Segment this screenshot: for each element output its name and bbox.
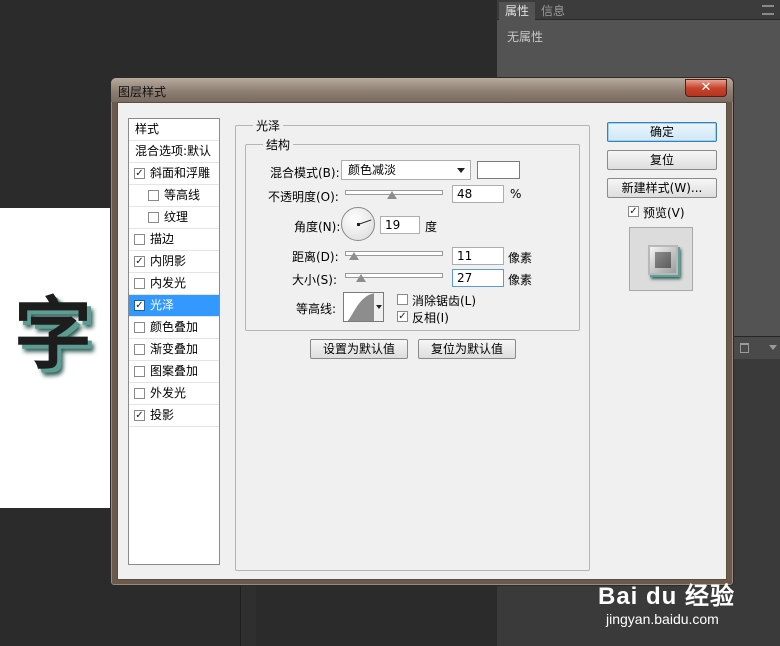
distance-slider[interactable]: [345, 251, 443, 256]
contour-preview[interactable]: [343, 292, 375, 322]
style-preview-thumbnail: [629, 227, 693, 291]
trash-icon[interactable]: [740, 343, 749, 353]
opacity-input[interactable]: 48: [452, 185, 504, 203]
size-input[interactable]: 27: [452, 269, 504, 287]
style-color-overlay[interactable]: 颜色叠加: [129, 317, 219, 339]
baidu-watermark-url: jingyan.baidu.com: [606, 611, 719, 627]
style-inner-shadow[interactable]: ✓ 内阴影: [129, 251, 219, 273]
style-blending-options[interactable]: 混合选项:默认: [129, 141, 219, 163]
blend-color-swatch[interactable]: [477, 161, 520, 179]
distance-input[interactable]: 11: [452, 247, 504, 265]
styles-list-header[interactable]: 样式: [129, 119, 219, 141]
opacity-label: 不透明度(O):: [268, 190, 339, 204]
opacity-slider-thumb[interactable]: [387, 191, 397, 199]
dialog-content: 样式 混合选项:默认 ✓ 斜面和浮雕 等高线 纹理 描边 ✓ 内阴影 内发光 ✓…: [117, 102, 727, 580]
checkbox-texture[interactable]: [148, 212, 159, 223]
checkbox-drop-shadow[interactable]: ✓: [134, 410, 145, 421]
panel-collapse-arrow-icon[interactable]: [769, 345, 777, 350]
dialog-titlebar[interactable]: 图层样式 ✕: [111, 78, 733, 102]
checkbox-gradient-overlay[interactable]: [134, 344, 145, 355]
tab-info[interactable]: 信息: [535, 2, 571, 20]
blend-mode-select[interactable]: 颜色减淡: [341, 160, 471, 180]
checkbox-pattern-overlay[interactable]: [134, 366, 145, 377]
ok-button[interactable]: 确定: [607, 122, 717, 142]
contour-curve-icon: [347, 293, 374, 321]
checkbox-inner-glow[interactable]: [134, 278, 145, 289]
size-label: 大小(S):: [292, 273, 338, 287]
make-default-button[interactable]: 设置为默认值: [310, 339, 408, 359]
angle-unit: 度: [425, 220, 438, 234]
checkbox-color-overlay[interactable]: [134, 322, 145, 333]
angle-center: [357, 223, 360, 226]
style-texture[interactable]: 纹理: [129, 207, 219, 229]
anti-alias-checkbox[interactable]: [397, 294, 408, 305]
layer-style-dialog: 图层样式 ✕ 样式 混合选项:默认 ✓ 斜面和浮雕 等高线 纹理 描边 ✓ 内阴…: [110, 77, 734, 586]
contour-dropdown[interactable]: [374, 292, 384, 322]
invert-label: 反相(I): [412, 311, 449, 325]
panel-tabbar: 属性 信息: [497, 0, 780, 20]
preview-square: [648, 245, 678, 275]
style-inner-glow[interactable]: 内发光: [129, 273, 219, 295]
checkbox-contour[interactable]: [148, 190, 159, 201]
satin-group-title: 光泽: [253, 117, 284, 134]
style-drop-shadow[interactable]: ✓ 投影: [129, 405, 219, 427]
angle-label: 角度(N):: [294, 220, 341, 234]
distance-unit: 像素: [508, 251, 533, 265]
structure-group-title: 结构: [263, 136, 294, 153]
size-slider-thumb[interactable]: [356, 274, 366, 282]
chevron-down-icon: [376, 305, 382, 309]
tab-properties[interactable]: 属性: [499, 2, 536, 20]
dialog-title: 图层样式: [118, 85, 167, 99]
distance-label: 距离(D):: [292, 250, 339, 264]
anti-alias-label: 消除锯齿(L): [412, 294, 477, 308]
checkbox-bevel-emboss[interactable]: ✓: [134, 168, 145, 179]
preview-inner: [655, 252, 671, 268]
chevron-down-icon: [457, 168, 465, 173]
style-pattern-overlay[interactable]: 图案叠加: [129, 361, 219, 383]
no-properties-text: 无属性: [507, 30, 544, 44]
angle-input[interactable]: 19: [380, 216, 420, 234]
baidu-watermark-logo: Bai du 经验: [598, 583, 736, 610]
opacity-unit: %: [510, 187, 522, 201]
size-unit: 像素: [508, 273, 533, 287]
distance-slider-thumb[interactable]: [349, 252, 359, 260]
blend-mode-label: 混合模式(B):: [270, 166, 340, 180]
new-style-button[interactable]: 新建样式(W)...: [607, 178, 717, 198]
style-bevel-emboss[interactable]: ✓ 斜面和浮雕: [129, 163, 219, 185]
canvas-text-layer: 字: [14, 289, 93, 380]
checkbox-outer-glow[interactable]: [134, 388, 145, 399]
preview-checkbox[interactable]: ✓: [628, 206, 639, 217]
reset-button[interactable]: 复位: [607, 150, 717, 170]
reset-to-default-button[interactable]: 复位为默认值: [418, 339, 516, 359]
checkbox-satin[interactable]: ✓: [134, 300, 145, 311]
contour-label: 等高线:: [296, 302, 337, 316]
close-button[interactable]: ✕: [685, 79, 727, 97]
preview-label: 预览(V): [643, 206, 685, 220]
invert-checkbox[interactable]: ✓: [397, 311, 408, 322]
style-outer-glow[interactable]: 外发光: [129, 383, 219, 405]
checkbox-stroke[interactable]: [134, 234, 145, 245]
panel-menu-icon[interactable]: [762, 5, 774, 15]
checkbox-inner-shadow[interactable]: ✓: [134, 256, 145, 267]
style-gradient-overlay[interactable]: 渐变叠加: [129, 339, 219, 361]
style-stroke[interactable]: 描边: [129, 229, 219, 251]
angle-dial[interactable]: [341, 207, 375, 241]
style-contour[interactable]: 等高线: [129, 185, 219, 207]
style-satin[interactable]: ✓ 光泽: [129, 295, 219, 317]
styles-list: 样式 混合选项:默认 ✓ 斜面和浮雕 等高线 纹理 描边 ✓ 内阴影 内发光 ✓…: [128, 118, 220, 565]
